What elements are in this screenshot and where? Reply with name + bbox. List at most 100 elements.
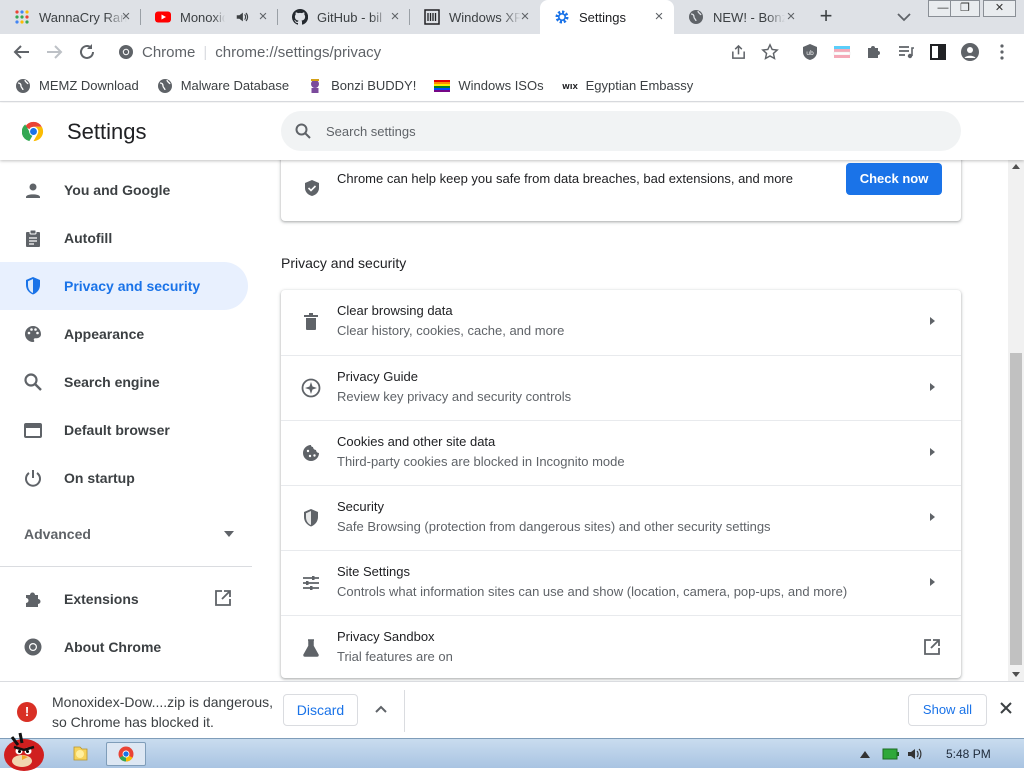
battery-icon[interactable] [882, 746, 900, 762]
tab-title: Windows XP [449, 9, 521, 25]
tab-close-button[interactable]: × [518, 9, 532, 24]
cookie-icon [303, 445, 319, 461]
main-content: Chrome can help keep you safe from data … [260, 160, 1008, 681]
check-now-button[interactable]: Check now [846, 163, 942, 195]
tab-settings[interactable]: Settings × [540, 0, 674, 34]
sidebar-item-default-browser[interactable]: Default browser [0, 406, 248, 454]
speaker-icon[interactable] [235, 10, 249, 24]
scroll-up-arrow-icon[interactable] [1012, 164, 1020, 169]
bookmark-egyptian-embassy[interactable]: WIX Egyptian Embassy [562, 78, 694, 94]
bookmark-memz[interactable]: MEMZ Download [15, 78, 139, 94]
sidebar-divider [0, 566, 252, 567]
tab-bonzi[interactable]: NEW! - Bonzi × [674, 0, 806, 34]
chevron-down-icon [224, 531, 234, 537]
tab-close-button[interactable]: × [256, 9, 270, 24]
profile-avatar-icon[interactable] [960, 42, 980, 62]
tab-close-button[interactable]: × [119, 9, 133, 24]
sidebar-item-you-and-google[interactable]: You and Google [0, 166, 248, 214]
window-close-button[interactable]: ✕ [983, 0, 1016, 17]
sidebar-item-appearance[interactable]: Appearance [0, 310, 248, 358]
side-panel-icon[interactable] [929, 43, 947, 61]
download-shelf: ! Monoxidex-Dow....zip is dangerous, so … [0, 681, 1024, 738]
settings-search-bar[interactable] [281, 111, 961, 151]
taskbar-chrome-button[interactable] [106, 742, 146, 766]
advanced-toggle[interactable]: Advanced [24, 526, 234, 542]
scrollbar-thumb[interactable] [1010, 353, 1022, 665]
sidebar-item-label: Default browser [64, 422, 170, 438]
sidebar-item-search-engine[interactable]: Search engine [0, 358, 248, 406]
close-icon[interactable] [998, 700, 1014, 716]
extensions-puzzle-icon[interactable] [865, 43, 883, 61]
reload-icon[interactable] [77, 42, 97, 62]
windows-flag-icon [434, 79, 451, 92]
shield-check-icon [305, 180, 319, 196]
show-all-button[interactable]: Show all [908, 694, 987, 726]
maximize-button[interactable]: ❐ [950, 0, 980, 17]
share-icon[interactable] [730, 44, 747, 61]
row-site-settings[interactable]: Site Settings Controls what information … [281, 550, 961, 615]
explorer-folder-icon[interactable] [64, 742, 96, 766]
tab-search-chevron-icon[interactable] [895, 9, 913, 25]
svg-text:WIX: WIX [562, 83, 578, 91]
row-security[interactable]: Security Safe Browsing (protection from … [281, 485, 961, 550]
sidebar-item-privacy-and-security[interactable]: Privacy and security [0, 262, 248, 310]
wix-icon: WIX [562, 83, 578, 91]
tray-expand-icon[interactable] [860, 750, 870, 758]
extensions-puzzle-icon [26, 592, 41, 607]
page-scrollbar[interactable] [1008, 160, 1024, 681]
tab-wannacry[interactable]: WannaCry Ransomware - Google Search × [0, 0, 141, 34]
omnibox[interactable]: Chrome | chrome://settings/privacy [110, 38, 790, 66]
tab-monoxidex[interactable]: Monoxidex - YouTube × [141, 0, 278, 34]
sidebar-item-label: Extensions [64, 591, 139, 607]
shield-icon [304, 509, 318, 527]
url-text[interactable]: chrome://settings/privacy [215, 44, 381, 61]
chevron-right-icon [930, 513, 935, 521]
chevron-up-icon[interactable] [374, 704, 388, 714]
download-message-line-2: so Chrome has blocked it. [52, 714, 214, 730]
tab-close-button[interactable]: × [652, 9, 666, 24]
discard-button[interactable]: Discard [283, 694, 358, 726]
github-icon [292, 9, 308, 25]
power-icon [25, 470, 41, 487]
sidebar-item-label: You and Google [64, 182, 171, 198]
volume-icon[interactable] [906, 746, 924, 762]
search-input[interactable] [326, 123, 926, 139]
back-arrow-icon[interactable] [12, 42, 32, 62]
tab-title: NEW! - Bonzi [713, 9, 785, 25]
forward-arrow-icon[interactable] [44, 42, 64, 62]
pride-extension-icon[interactable] [833, 43, 851, 61]
download-warning-message: Monoxidex-Dow....zip is dangerous, so Ch… [52, 692, 273, 732]
svg-text:ub: ub [806, 50, 814, 57]
taskbar-clock: 5:48 PM [946, 747, 991, 761]
bookmark-bonzi-buddy[interactable]: Bonzi BUDDY! [307, 78, 416, 94]
bookmark-malware-database[interactable]: Malware Database [157, 78, 289, 94]
row-cookies[interactable]: Cookies and other site data Third-party … [281, 420, 961, 485]
row-clear-browsing-data[interactable]: Clear browsing data Clear history, cooki… [281, 290, 961, 355]
tab-close-button[interactable]: × [388, 9, 402, 24]
media-control-icon[interactable] [897, 43, 915, 61]
shelf-divider [404, 690, 405, 732]
tab-strip: WannaCry Ransomware - Google Search × Mo… [0, 0, 1024, 34]
row-privacy-sandbox[interactable]: Privacy Sandbox Trial features are on [281, 615, 961, 680]
tab-github[interactable]: GitHub - bil × [278, 0, 410, 34]
scroll-down-arrow-icon[interactable] [1012, 672, 1020, 677]
bookmark-star-icon[interactable] [761, 43, 779, 61]
chrome-logo-gray-icon [24, 638, 42, 656]
new-tab-button[interactable]: + [815, 5, 837, 28]
sidebar-item-extensions[interactable]: Extensions [0, 575, 248, 623]
download-message-line-1: Monoxidex-Dow....zip is dangerous, [52, 694, 273, 710]
menu-kebab-icon[interactable] [994, 43, 1010, 61]
sidebar-item-about-chrome[interactable]: About Chrome [0, 623, 248, 671]
sidebar-item-autofill[interactable]: Autofill [0, 214, 248, 262]
sidebar-item-on-startup[interactable]: On startup [0, 454, 248, 502]
chevron-right-icon [930, 448, 935, 456]
tab-windows-xp[interactable]: Windows XP × [410, 0, 540, 34]
tab-close-button[interactable]: × [784, 9, 798, 24]
row-privacy-guide[interactable]: Privacy Guide Review key privacy and sec… [281, 355, 961, 420]
person-icon [26, 183, 40, 198]
bookmark-windows-isos[interactable]: Windows ISOs [434, 78, 544, 94]
start-angry-bird-icon[interactable] [0, 729, 50, 771]
bookmark-label: MEMZ Download [39, 78, 139, 93]
ublock-shield-icon[interactable]: ub [801, 43, 819, 61]
row-subtitle: Third-party cookies are blocked in Incog… [337, 454, 625, 469]
